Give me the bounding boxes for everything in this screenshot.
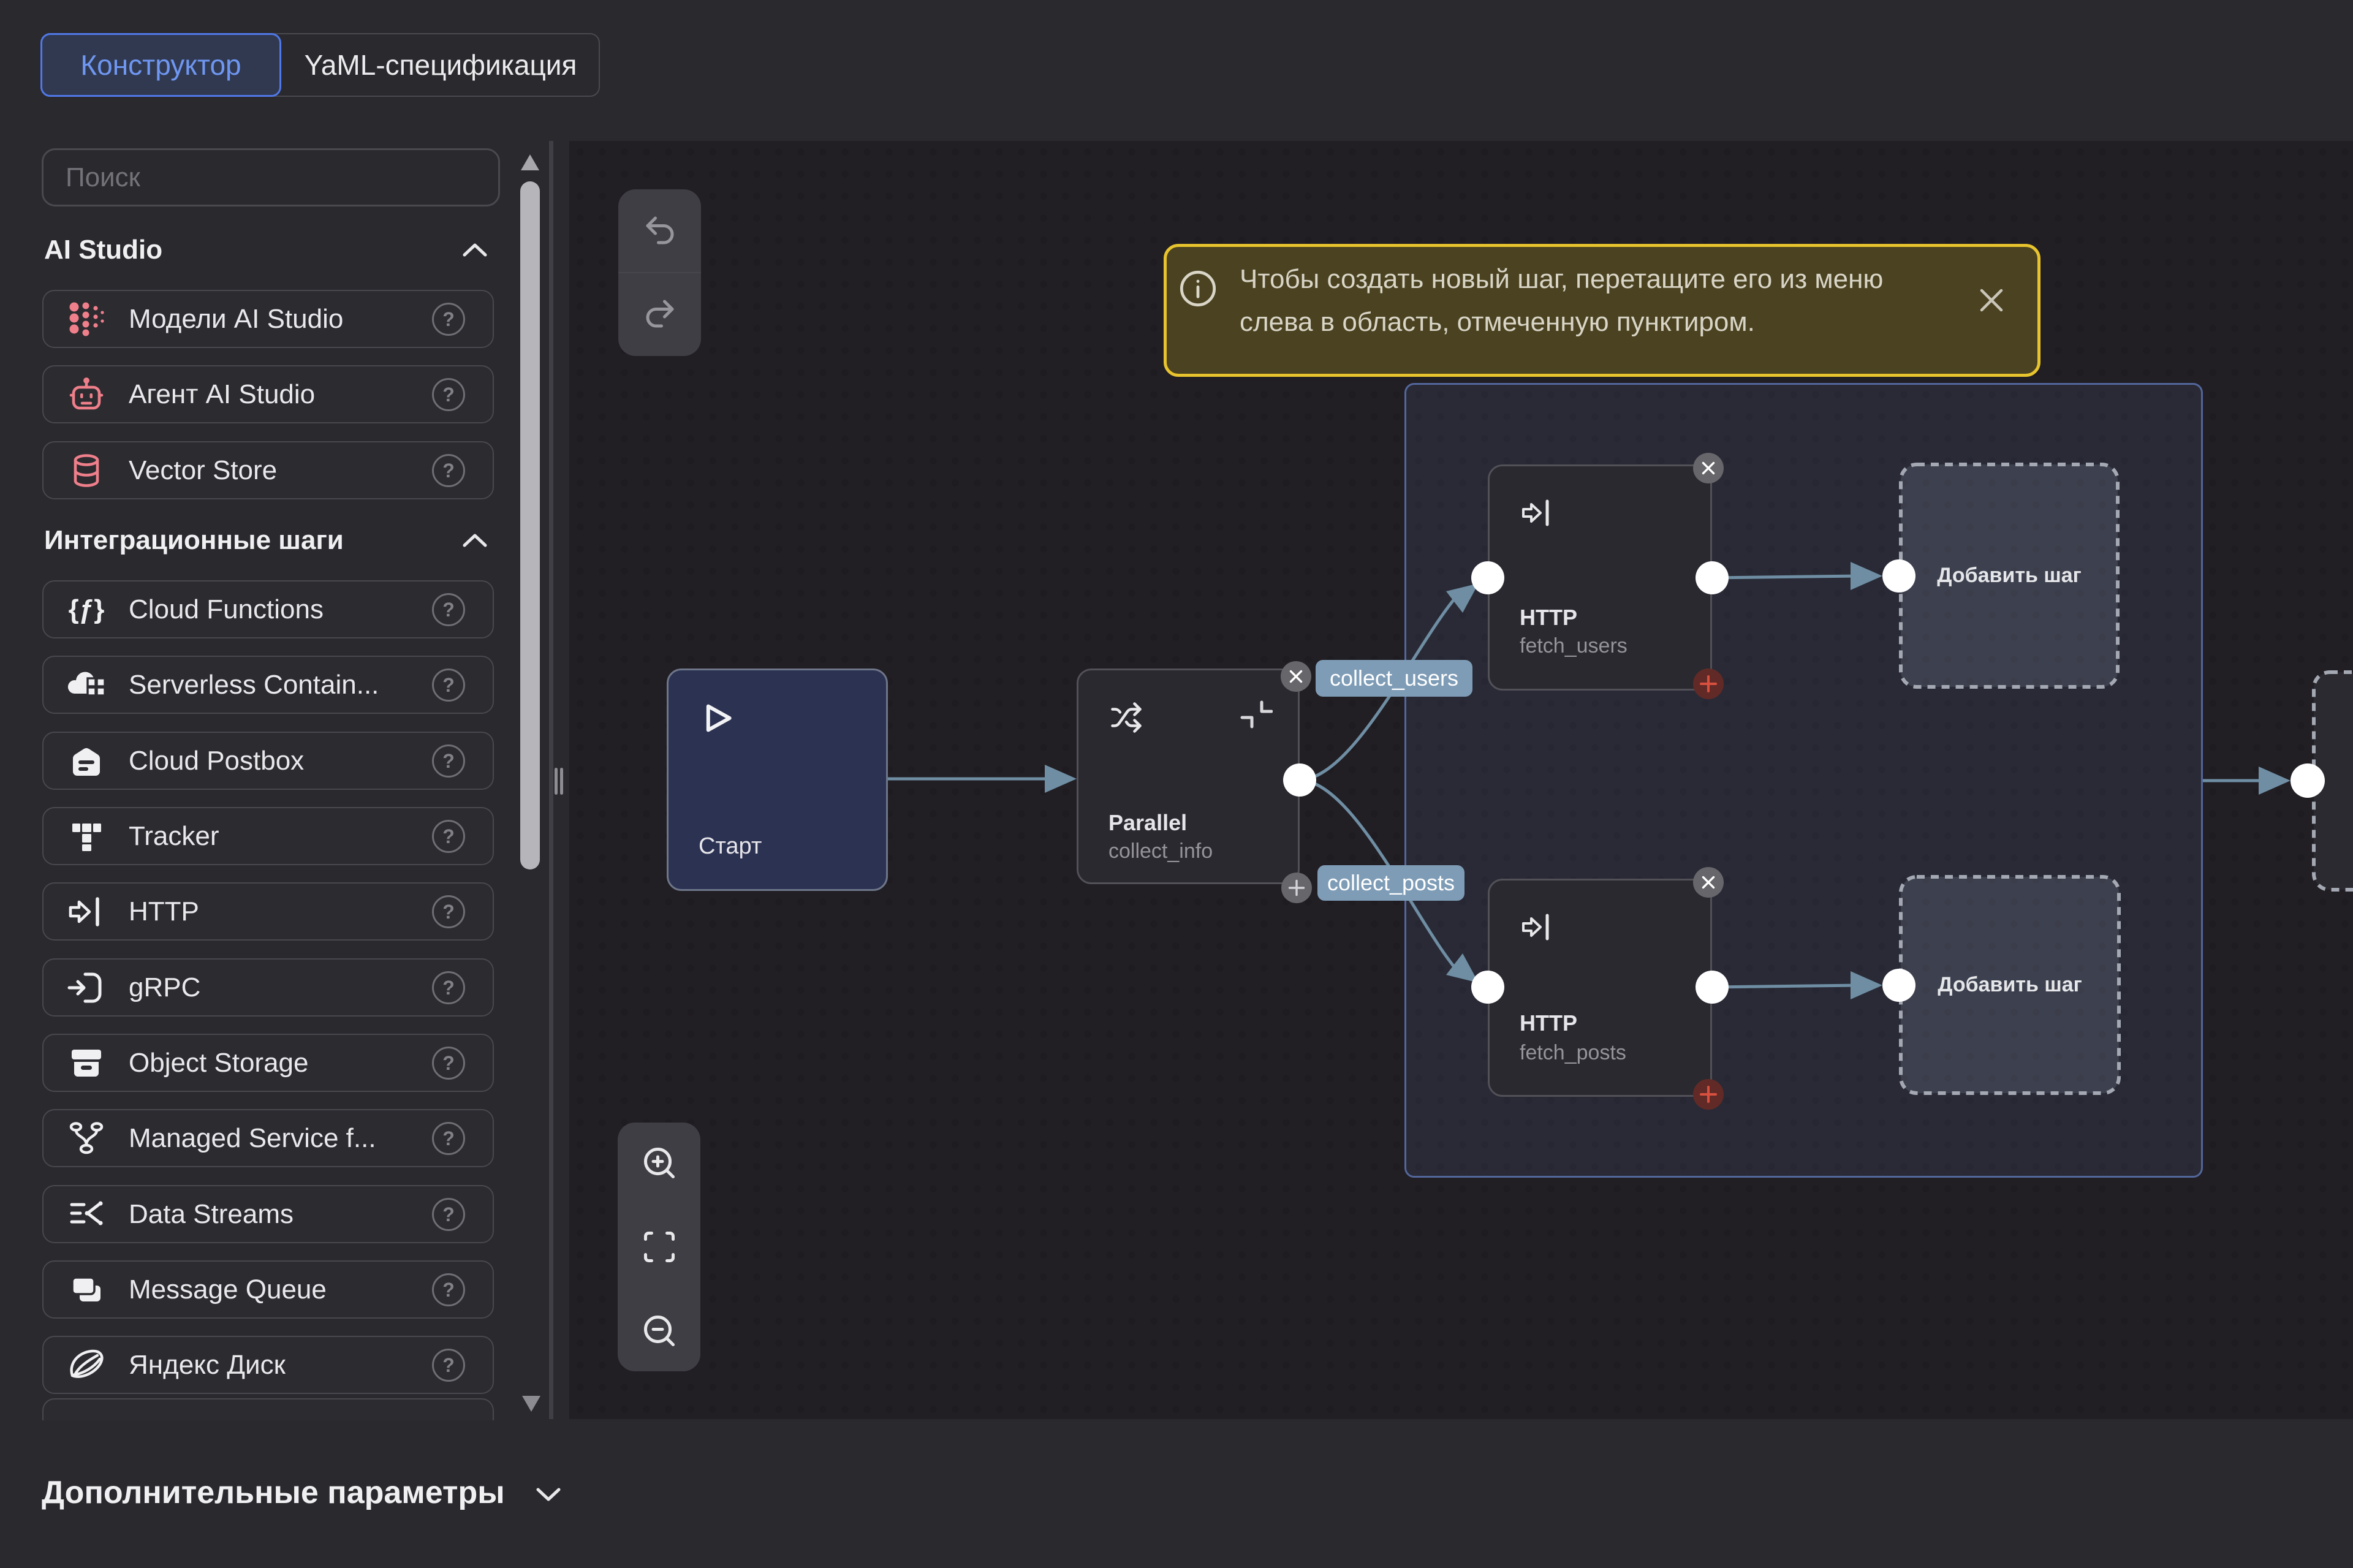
svg-text:{ƒ}: {ƒ} [69,594,105,624]
